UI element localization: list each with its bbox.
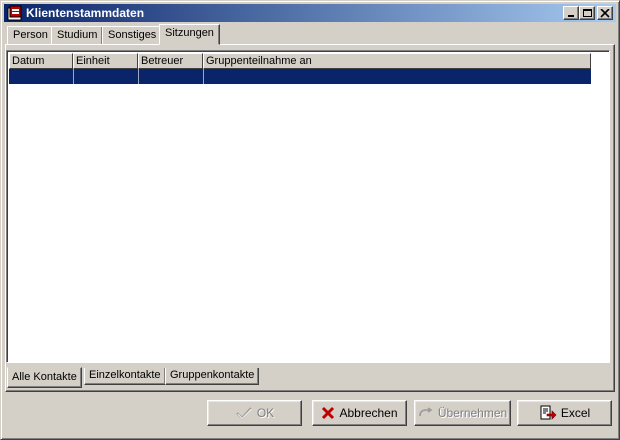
tab-studium[interactable]: Studium — [51, 26, 104, 45]
cancel-button[interactable]: Abbrechen — [312, 400, 407, 426]
maximize-button[interactable] — [579, 6, 595, 20]
column-header-betreuer[interactable]: Betreuer — [138, 53, 203, 69]
subtab-label: Alle Kontakte — [12, 371, 77, 383]
apply-button[interactable]: Übernehmen — [414, 400, 511, 426]
subtab-einzelkontakte[interactable]: Einzelkontakte — [84, 368, 166, 385]
cancel-label: Abbrechen — [339, 406, 398, 420]
apply-label: Übernehmen — [437, 406, 508, 420]
cell-divider — [203, 69, 204, 84]
table-row[interactable] — [9, 69, 591, 84]
title-bar[interactable]: Klientenstammdaten — [4, 4, 616, 22]
close-icon — [600, 9, 610, 18]
apply-arrow-icon — [418, 407, 434, 419]
excel-label: Excel — [560, 406, 591, 420]
tab-person[interactable]: Person — [7, 26, 54, 45]
tab-label: Person — [13, 29, 48, 41]
subtab-label: Einzelkontakte — [89, 369, 161, 381]
checkmark-icon — [235, 406, 253, 420]
ok-button[interactable]: OK — [207, 400, 302, 426]
column-header-einheit[interactable]: Einheit — [73, 53, 138, 69]
close-button[interactable] — [597, 6, 613, 20]
column-label: Gruppenteilnahme an — [206, 55, 312, 67]
column-header-gruppenteilnahme[interactable]: Gruppenteilnahme an — [203, 53, 591, 69]
tab-label: Studium — [57, 29, 98, 41]
sessions-table[interactable]: Datum Einheit Betreuer Gruppenteilnahme … — [6, 50, 610, 363]
minimize-button[interactable] — [563, 6, 579, 20]
minimize-icon — [568, 15, 574, 17]
subtab-alle-kontakte[interactable]: Alle Kontakte — [7, 367, 82, 388]
subtab-label: Gruppenkontakte — [170, 369, 255, 381]
tab-sitzungen[interactable]: Sitzungen — [159, 24, 220, 45]
tab-sonstiges[interactable]: Sonstiges — [102, 26, 163, 45]
maximize-icon — [583, 9, 592, 17]
window-title: Klientenstammdaten — [26, 6, 145, 20]
cell-divider — [73, 69, 74, 84]
ok-label: OK — [256, 406, 275, 420]
app-icon — [7, 5, 23, 21]
cell-divider — [138, 69, 139, 84]
tab-label: Sitzungen — [165, 27, 214, 39]
column-label: Datum — [12, 55, 45, 67]
subtab-gruppenkontakte[interactable]: Gruppenkontakte — [165, 368, 260, 385]
red-x-icon — [321, 406, 335, 420]
excel-button[interactable]: Excel — [517, 400, 612, 426]
column-label: Einheit — [76, 55, 110, 67]
column-label: Betreuer — [141, 55, 184, 67]
client-data-window: Klientenstammdaten Person Studium Sonsti… — [0, 0, 620, 440]
tab-label: Sonstiges — [108, 29, 157, 41]
export-icon — [539, 405, 557, 421]
column-header-datum[interactable]: Datum — [9, 53, 73, 69]
